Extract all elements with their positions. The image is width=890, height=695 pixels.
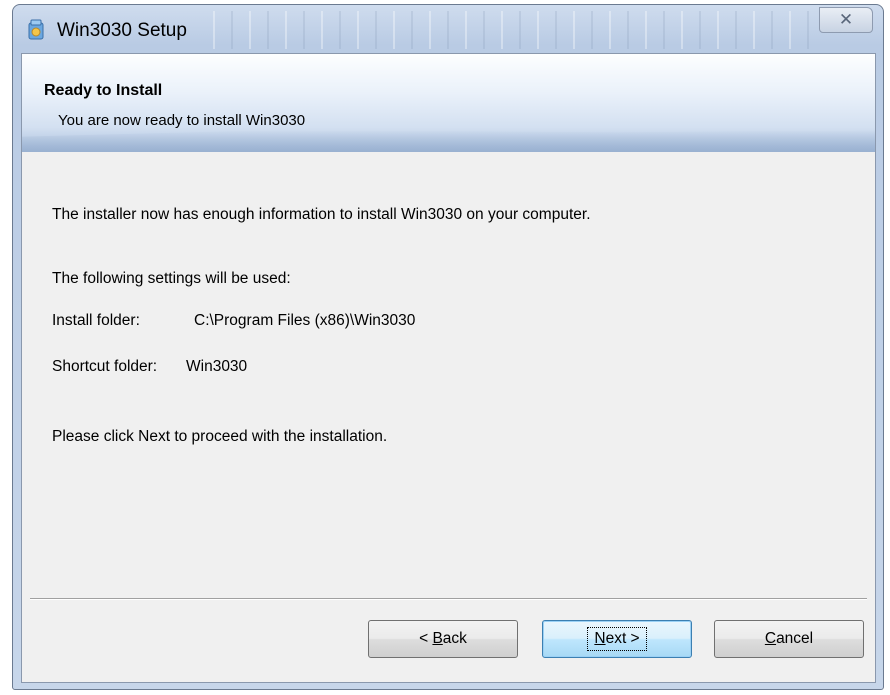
installer-icon <box>28 19 44 40</box>
header-banner: Ready to Install You are now ready to in… <box>22 54 875 152</box>
title-bar[interactable]: Win3030 Setup ✕ <box>13 5 883 53</box>
settings-heading: The following settings will be used: <box>52 270 291 287</box>
cancel-button-label: Cancel <box>764 630 814 647</box>
intro-text: The installer now has enough information… <box>52 206 591 223</box>
proceed-instruction: Please click Next to proceed with the in… <box>52 428 388 445</box>
window-title: Win3030 Setup <box>57 20 187 41</box>
shortcut-folder-label: Shortcut folder: <box>52 358 158 375</box>
back-button-label: < Back <box>419 630 467 647</box>
dialog-client-area: Ready to Install You are now ready to in… <box>21 53 876 683</box>
next-button-label: Next > <box>587 627 647 651</box>
button-separator <box>30 598 867 600</box>
page-subtitle: You are now ready to install Win3030 <box>58 112 306 129</box>
install-folder-label: Install folder: <box>52 312 140 329</box>
title-bar-decoration <box>213 11 813 49</box>
page-title: Ready to Install <box>44 82 163 99</box>
install-folder-value: C:\Program Files (x86)\Win3030 <box>194 312 416 329</box>
shortcut-folder-value: Win3030 <box>186 358 248 375</box>
cancel-button[interactable]: Cancel <box>714 620 864 658</box>
close-button[interactable]: ✕ <box>819 7 873 33</box>
setup-window: Win3030 Setup ✕ Ready to Install You are… <box>12 4 884 690</box>
next-button[interactable]: Next > <box>542 620 692 658</box>
back-button[interactable]: < Back <box>368 620 518 658</box>
close-icon: ✕ <box>838 10 854 29</box>
